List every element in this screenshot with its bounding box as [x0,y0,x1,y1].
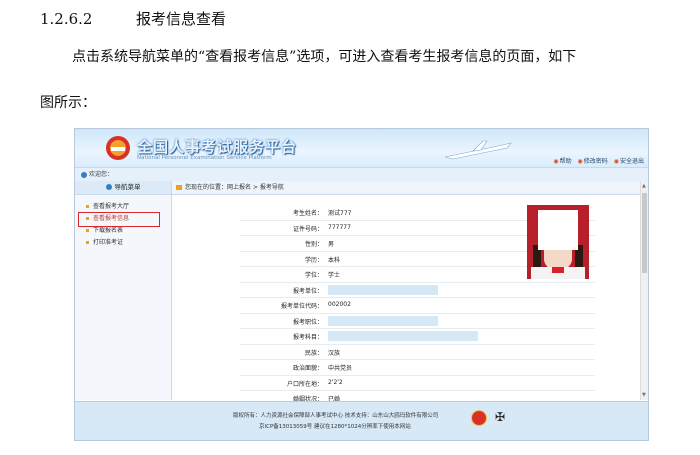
change-password-link[interactable]: ◉修改密码 [578,158,608,165]
form-label: 报考科目： [292,334,323,341]
form-value: 男 [328,241,335,248]
redacted-value [328,331,478,341]
form-row: 民族： 汉族 [200,345,595,360]
form-value: 测试777 [328,210,352,217]
form-label: 报考单位： [292,287,323,295]
form-label: 报考职位： [292,318,323,326]
airplane-icon [444,140,512,160]
redacted-value [328,315,438,326]
site-subtitle: National Personnel Examination Service P… [137,155,272,161]
form-value: 777777 [328,223,351,231]
welcome-text: 欢迎您： [89,171,114,178]
form-row: 报考职位： [200,314,595,329]
form-row: 报考单位代码： 002002 [200,298,595,314]
form-label: 政治面貌： [292,365,323,372]
form-label: 学位： [304,272,323,279]
form-row: 报考科目： [200,329,595,345]
seal-icon: ✠ [494,410,506,424]
section-title: 报考信息查看 [136,10,227,28]
breadcrumb: 您现在的位置：网上报名 > 报考导航 [172,181,648,195]
form-label: 证件号码： [292,225,323,233]
paragraph-line-2: 图所示： [40,95,96,111]
section-number: 1.2.6.2 [40,10,93,28]
scrollbar[interactable]: ▲ ▼ [640,181,648,400]
site-title: 全国人事考试服务平台 [137,138,298,156]
key-icon: ◉ [577,158,583,165]
form-label: 报考单位代码： [280,303,323,310]
embedded-screenshot: 全国人事考试服务平台 National Personnel Examinatio… [74,128,649,441]
candidate-photo [527,205,589,279]
top-links: ◉帮助 ◉修改密码 ◉安全退出 [549,156,644,165]
scroll-thumb[interactable] [642,193,647,273]
form-label: 考生姓名： [292,210,323,217]
footer-line-1: 版权所有：人力资源社会保障部人事考试中心 技术支持：山东山大鸥玛软件有限公司 [233,413,439,419]
form-label: 性别： [304,241,323,248]
form-row: 政治面貌： 中共党员 [200,360,595,376]
form-row: 户口所在地： 2'2'2 [200,376,595,391]
sidebar-header: 导航菜单 [75,181,171,195]
form-row: 报考单位： [200,283,595,298]
user-icon [81,171,87,178]
logout-icon: ◉ [613,158,619,165]
police-badge-icon [471,410,487,426]
form-label: 学历： [304,256,323,264]
logout-link[interactable]: ◉安全退出 [614,158,644,165]
footer: 版权所有：人力资源社会保障部人事考试中心 技术支持：山东山大鸥玛软件有限公司 京… [75,401,648,440]
form-value: 学士 [328,272,341,279]
paragraph-line-1: 点击系统导航菜单的“查看报考信息”选项，可进入查看考生报考信息的页面，如下 [72,49,577,65]
form-value: 2'2'2 [328,378,343,386]
user-bar: 欢迎您： [75,167,648,182]
help-icon: ◉ [553,158,559,165]
menu-icon [105,184,112,190]
form-value: 002002 [328,301,351,308]
form-label: 民族： [304,349,323,357]
home-icon [176,185,182,190]
site-banner: 全国人事考试服务平台 National Personnel Examinatio… [75,129,648,167]
redacted-value [328,284,438,295]
highlight-box [78,212,160,227]
section-heading: 1.2.6.2 报考信息查看 [40,8,226,29]
form-value: 汉族 [328,349,341,357]
footer-line-2: 京ICP备13013059号 建议在1280*1024分辨率下使用本网站 [259,424,411,430]
logo-icon [106,136,130,160]
form-value: 中共党员 [328,365,353,372]
sidebar-item-print-ticket[interactable]: 打印准考证 [75,237,171,249]
help-link[interactable]: ◉帮助 [553,158,571,165]
scroll-up-icon[interactable]: ▲ [642,183,646,189]
scroll-down-icon[interactable]: ▼ [642,392,646,398]
form-value: 本科 [328,256,341,264]
form-label: 户口所在地： [286,380,323,388]
